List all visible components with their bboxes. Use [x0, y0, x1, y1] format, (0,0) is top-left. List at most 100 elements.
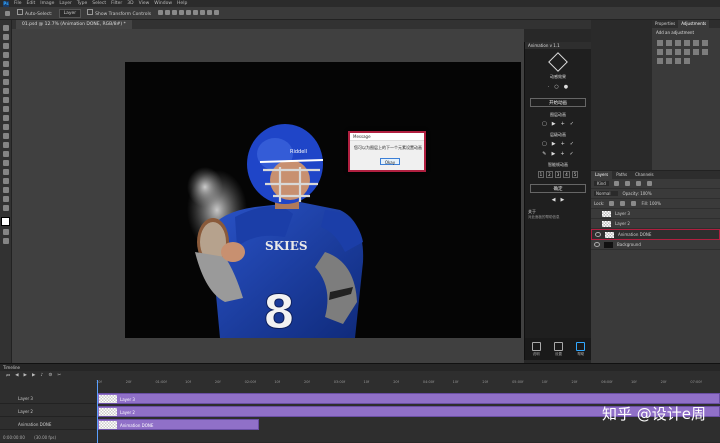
lookup-icon[interactable] [693, 49, 699, 55]
gradient-map-icon[interactable] [675, 58, 681, 64]
align-top-icon[interactable] [158, 9, 164, 15]
filter-adjust-icon[interactable] [624, 181, 630, 186]
channel-mixer-icon[interactable] [684, 49, 690, 55]
check-icon-3[interactable]: ✓ [570, 151, 574, 157]
vibrance-icon[interactable] [693, 40, 699, 46]
more-tools-icon[interactable] [2, 205, 9, 211]
screen-mode-icon[interactable] [2, 238, 9, 244]
menu-image[interactable]: Image [40, 1, 54, 6]
hand-icon[interactable] [2, 187, 9, 193]
mode-dot2-icon[interactable]: ● [564, 84, 568, 90]
menu-3d[interactable]: 3D [127, 1, 133, 6]
footer-settings[interactable]: 设置 [553, 341, 563, 357]
split-icon[interactable]: ✂ [57, 373, 61, 378]
tab-paths[interactable]: Paths [612, 171, 631, 179]
frame-num-2[interactable]: 2 [546, 171, 553, 178]
kind-filter[interactable]: Kind [594, 181, 609, 186]
filter-pixel-icon[interactable] [613, 181, 619, 186]
selective-color-icon[interactable] [684, 58, 690, 64]
eye-icon[interactable] [594, 242, 600, 247]
levels-icon[interactable] [666, 40, 672, 46]
dialog-ok-button[interactable]: Okay [380, 158, 400, 165]
3d-mode-icon[interactable] [214, 9, 220, 15]
quick-select-icon[interactable] [2, 52, 9, 58]
eyedropper-icon[interactable] [2, 70, 9, 76]
prev-icon[interactable]: ◀ [552, 197, 556, 203]
history-brush-icon[interactable] [2, 106, 9, 112]
layer-row-layer3[interactable]: Layer 3 [591, 209, 720, 219]
dodge-icon[interactable] [2, 142, 9, 148]
mode-circle-icon[interactable]: ○ [554, 84, 558, 90]
clip-animation-done[interactable]: Animation DONE [97, 419, 259, 430]
frame-num-1[interactable]: 1 [537, 171, 545, 178]
add-icon-2[interactable]: + [561, 141, 565, 147]
move-icon[interactable] [2, 25, 9, 31]
menu-type[interactable]: Type [77, 1, 87, 6]
distribute-h-icon[interactable] [207, 9, 213, 15]
menu-help[interactable]: Help [177, 1, 187, 6]
tab-adjustments[interactable]: Adjustments [678, 20, 710, 28]
transform-controls-checkbox[interactable]: Show Transform Controls [87, 9, 151, 17]
frame-num-5[interactable]: 5 [571, 171, 579, 178]
blur-icon[interactable] [2, 133, 9, 139]
menu-edit[interactable]: Edit [27, 1, 36, 6]
bw-icon[interactable] [666, 49, 672, 55]
crop-icon[interactable] [2, 61, 9, 67]
zoom-icon[interactable] [2, 196, 9, 202]
menu-view[interactable]: View [139, 1, 150, 6]
filter-type-icon[interactable] [635, 181, 641, 186]
add-icon-3[interactable]: + [560, 151, 564, 157]
play-icon[interactable]: ▶ [24, 373, 27, 378]
marquee-icon[interactable] [2, 34, 9, 40]
align-center-icon[interactable] [186, 9, 192, 15]
align-bottom-icon[interactable] [172, 9, 178, 15]
threshold-icon[interactable] [666, 58, 672, 64]
footer-info[interactable]: 说明 [531, 341, 541, 357]
fill-field[interactable]: Fill: 100% [641, 201, 660, 206]
menu-select[interactable]: Select [92, 1, 106, 6]
playhead[interactable] [97, 380, 98, 443]
first-frame-icon[interactable]: ⏮ [6, 373, 10, 379]
tab-properties[interactable]: Properties [652, 20, 678, 28]
next-frame-icon[interactable]: ▶ [32, 373, 35, 378]
color-balance-icon[interactable] [657, 49, 663, 55]
pen-icon[interactable] [2, 151, 9, 157]
foreground-color-swatch[interactable] [1, 217, 10, 226]
align-right-icon[interactable] [193, 9, 199, 15]
path-select-icon[interactable] [2, 169, 9, 175]
apply-button[interactable]: 确定 [530, 184, 586, 193]
brush-icon[interactable] [2, 88, 9, 94]
lock-position-icon[interactable] [620, 201, 626, 206]
layer-row-background[interactable]: Background [591, 240, 720, 250]
curves-icon[interactable] [675, 40, 681, 46]
healing-icon[interactable] [2, 79, 9, 85]
doc-icon[interactable]: ▢ [542, 121, 547, 127]
mode-dot-icon[interactable]: · [548, 84, 550, 90]
lock-pixels-icon[interactable] [609, 201, 615, 206]
footer-help[interactable]: 帮助 [576, 341, 586, 357]
tab-layers[interactable]: Layers [591, 171, 613, 179]
start-animation-button[interactable]: 开始动画 [530, 98, 586, 107]
prev-frame-icon[interactable]: ◀ [15, 373, 18, 378]
move-tool-icon[interactable] [5, 10, 10, 16]
track-label-layer3[interactable]: Layer 3 [0, 393, 96, 404]
brightness-icon[interactable] [657, 40, 663, 46]
play-icon-2[interactable]: ▶ [552, 141, 556, 147]
layer-row-animation-done[interactable]: Animation DONE [591, 229, 720, 240]
document-tab[interactable]: 01.psd @ 12.7% (Animation DONE, RGB/8#) … [16, 20, 132, 29]
settings-icon[interactable]: ⚙ [48, 373, 52, 378]
gradient-icon[interactable] [2, 124, 9, 130]
align-middle-icon[interactable] [165, 9, 171, 15]
align-left-icon[interactable] [179, 9, 185, 15]
menu-filter[interactable]: Filter [111, 1, 122, 6]
shape-icon[interactable] [2, 178, 9, 184]
blend-mode-dropdown[interactable]: Normal [594, 191, 619, 196]
eye-icon[interactable] [595, 232, 601, 237]
invert-icon[interactable] [702, 49, 708, 55]
track-label-animation-done[interactable]: Animation DONE [0, 419, 96, 430]
layer-row-layer2[interactable]: Layer 2 [591, 219, 720, 229]
distribute-icon[interactable] [200, 9, 206, 15]
hue-icon[interactable] [702, 40, 708, 46]
add-icon[interactable]: + [561, 121, 565, 127]
stamp-icon[interactable] [2, 97, 9, 103]
